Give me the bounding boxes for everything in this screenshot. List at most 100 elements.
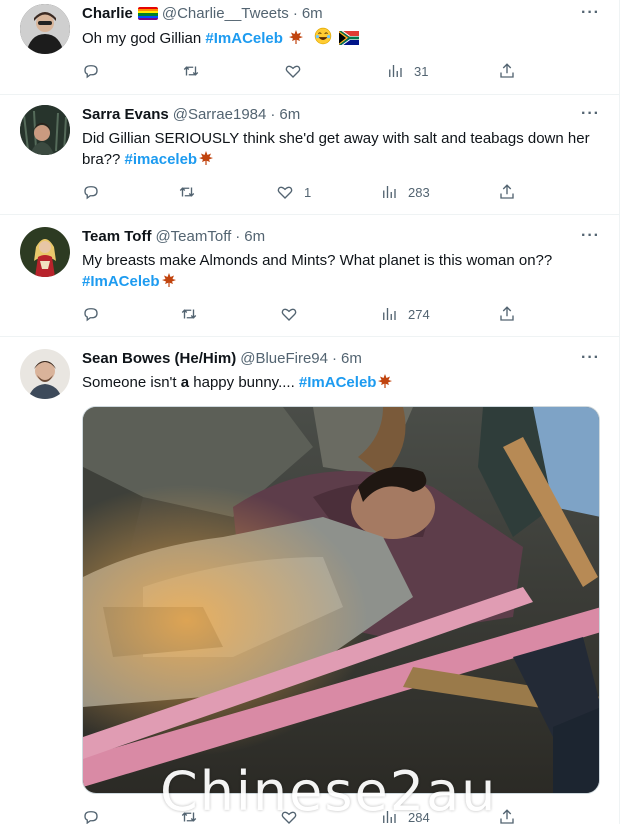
reply-icon — [84, 811, 98, 824]
retweet-icon — [183, 66, 199, 76]
avatar[interactable] — [20, 4, 70, 54]
maple-leaf-icon — [289, 30, 304, 44]
more-options-button[interactable]: ··· — [581, 349, 600, 367]
retweet-button[interactable] — [182, 62, 210, 80]
tweet-card[interactable]: Team Toff @TeamToff · 6m ··· My breasts … — [0, 215, 620, 337]
views-button[interactable]: 31 — [386, 62, 428, 80]
reply-button[interactable] — [82, 305, 110, 323]
heart-icon — [281, 308, 297, 321]
tweet-text: Did Gillian SERIOUSLY think she'd get aw… — [82, 128, 602, 170]
south-africa-flag-icon — [339, 31, 360, 45]
timestamp[interactable]: 6m — [244, 228, 265, 245]
retweet-icon — [181, 812, 197, 822]
hashtag-link[interactable]: #imaceleb — [125, 151, 198, 168]
timestamp[interactable]: 6m — [302, 5, 323, 22]
reply-icon — [84, 308, 98, 322]
share-icon — [500, 63, 514, 78]
laughing-face-icon — [315, 27, 332, 45]
retweet-icon — [181, 309, 197, 319]
like-button[interactable] — [280, 305, 308, 323]
avatar[interactable] — [20, 227, 70, 277]
separator-dot: · — [235, 228, 241, 245]
views-button[interactable]: 284 — [380, 808, 430, 824]
tweet-media-image[interactable] — [82, 406, 600, 794]
heart-icon — [281, 811, 297, 824]
tweet-actions: 274 — [82, 305, 522, 325]
tweet-text: My breasts make Almonds and Mints? What … — [82, 250, 602, 292]
hashtag-link[interactable]: #ImACeleb — [299, 374, 377, 391]
timestamp[interactable]: 6m — [341, 350, 362, 367]
separator-dot: · — [332, 350, 337, 367]
views-button[interactable]: 283 — [380, 183, 430, 201]
share-button[interactable] — [498, 183, 516, 201]
heart-icon — [277, 186, 293, 199]
tweet-header: Team Toff @TeamToff · 6m — [82, 228, 265, 245]
share-button[interactable] — [498, 305, 516, 323]
author-name[interactable]: Sean Bowes (He/Him) — [82, 350, 236, 367]
author-name[interactable]: Team Toff — [82, 228, 151, 245]
tweet-text-body: Someone isn't — [82, 374, 181, 391]
reply-button[interactable] — [82, 808, 110, 824]
timestamp[interactable]: 6m — [279, 106, 300, 123]
views-chart-icon — [383, 308, 396, 320]
tweet-text-body: Oh my god Gillian — [82, 30, 206, 47]
tweet-header: Sean Bowes (He/Him) @BlueFire94 · 6m — [82, 350, 362, 367]
share-icon — [500, 306, 514, 321]
view-count: 284 — [408, 809, 430, 824]
like-count: 1 — [304, 184, 312, 200]
separator-dot: · — [292, 5, 298, 22]
author-name[interactable]: Charlie — [82, 5, 133, 22]
retweet-button[interactable] — [178, 183, 206, 201]
rainbow-flag-icon — [137, 7, 158, 20]
views-chart-icon — [389, 65, 402, 77]
reply-button[interactable] — [82, 183, 110, 201]
hashtag-link[interactable]: #ImACeleb — [205, 30, 283, 47]
views-button[interactable]: 274 — [380, 305, 430, 323]
tweet-text: Someone isn't a happy bunny.... #ImACele… — [82, 372, 602, 393]
author-name[interactable]: Sarra Evans — [82, 106, 169, 123]
maple-leaf-icon — [378, 374, 393, 388]
tweet-actions: 284 — [82, 808, 522, 824]
avatar[interactable] — [20, 349, 70, 399]
more-options-button[interactable]: ··· — [581, 4, 600, 22]
tweet-text: Oh my god Gillian #ImACeleb — [82, 27, 602, 49]
retweet-icon — [179, 187, 195, 197]
more-options-button[interactable]: ··· — [581, 227, 600, 245]
tweet-text-body: My breasts make Almonds and Mints? What … — [82, 252, 553, 269]
author-handle[interactable]: @Charlie__Tweets — [162, 5, 289, 22]
avatar[interactable] — [20, 105, 70, 155]
heart-icon — [285, 65, 301, 78]
share-button[interactable] — [498, 62, 516, 80]
author-handle[interactable]: @Sarrae1984 — [173, 106, 267, 123]
like-button[interactable] — [284, 62, 312, 80]
view-count: 274 — [408, 306, 430, 322]
like-button[interactable]: 1 — [276, 183, 311, 201]
views-chart-icon — [383, 811, 396, 823]
tweet-card[interactable]: Sarra Evans @Sarrae1984 · 6m ··· Did Gil… — [0, 95, 620, 215]
reply-icon — [84, 65, 98, 79]
share-icon — [500, 184, 514, 199]
camp-bed-photo — [83, 407, 599, 793]
hashtag-link[interactable]: #ImACeleb — [82, 273, 160, 290]
separator-dot: · — [270, 106, 276, 123]
tweet-text-bold: a — [180, 374, 190, 391]
tweet-actions: 1 283 — [82, 183, 522, 203]
author-handle[interactable]: @BlueFire94 — [240, 350, 328, 367]
more-options-button[interactable]: ··· — [581, 105, 600, 123]
retweet-button[interactable] — [180, 808, 208, 824]
tweet-actions: 31 — [82, 62, 522, 82]
maple-leaf-icon — [199, 151, 214, 165]
view-count: 283 — [408, 184, 430, 200]
share-icon — [500, 809, 514, 824]
share-button[interactable] — [498, 808, 516, 824]
reply-button[interactable] — [82, 62, 110, 80]
timeline-feed: Charlie @Charlie__Tweets · 6m ··· Oh my … — [0, 0, 620, 824]
tweet-text-body-rest: happy bunny.... — [189, 374, 299, 391]
tweet-header: Sarra Evans @Sarrae1984 · 6m — [82, 106, 300, 123]
reply-icon — [84, 186, 98, 200]
like-button[interactable] — [280, 808, 308, 824]
retweet-button[interactable] — [180, 305, 208, 323]
tweet-card[interactable]: Charlie @Charlie__Tweets · 6m ··· Oh my … — [0, 0, 620, 95]
author-handle[interactable]: @TeamToff — [155, 228, 231, 245]
tweet-header: Charlie @Charlie__Tweets · 6m — [82, 5, 323, 22]
